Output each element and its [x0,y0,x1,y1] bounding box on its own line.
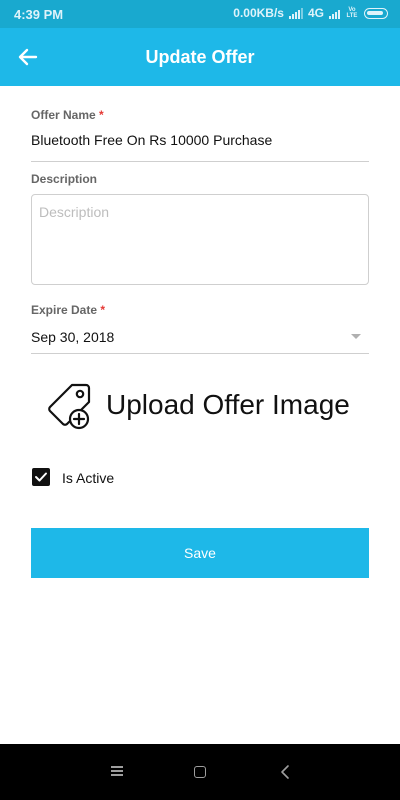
is-active-checkbox[interactable] [32,468,50,486]
page-title: Update Offer [145,47,255,67]
expire-date-label: Expire Date * [31,303,105,317]
expire-date-label-text: Expire Date [31,303,98,317]
offer-name-label: Offer Name * [31,108,104,122]
tag-add-icon [48,383,91,430]
home-square-icon[interactable] [194,766,206,778]
back-chevron-icon[interactable] [279,764,291,780]
offer-name-label-text: Offer Name [31,108,96,122]
expire-date-dropdown[interactable]: Sep 30, 2018 [31,329,369,354]
app-bar: Update Offer [0,28,400,86]
network-type: 4G [307,6,324,20]
checkmark-icon [35,472,47,482]
system-nav-bar [0,744,400,800]
description-label: Description [31,172,98,186]
dropdown-caret-icon [351,334,361,339]
status-time: 4:39 PM [14,7,64,22]
offer-name-field[interactable]: Bluetooth Free On Rs 10000 Purchase [31,132,369,162]
status-indicators: 0.00KB/s 4G Vo LTE [233,6,388,20]
required-mark: * [100,303,106,317]
volte-icon: Vo LTE [346,7,358,19]
expire-date-value: Sep 30, 2018 [31,329,115,345]
description-field[interactable]: Description [31,194,369,285]
battery-icon [364,7,388,19]
upload-offer-image-label: Upload Offer Image [106,389,350,420]
signal-icon-2 [329,8,340,19]
is-active-label: Is Active [62,470,115,486]
signal-icon [288,7,303,19]
status-bar: 4:39 PM 0.00KB/s 4G Vo LTE [0,0,400,28]
required-mark: * [99,108,104,122]
save-button[interactable]: Save [31,528,369,578]
upload-offer-image-button[interactable]: Upload Offer Image [42,378,362,434]
network-speed: 0.00KB/s [233,6,284,20]
menu-icon[interactable] [111,766,123,776]
